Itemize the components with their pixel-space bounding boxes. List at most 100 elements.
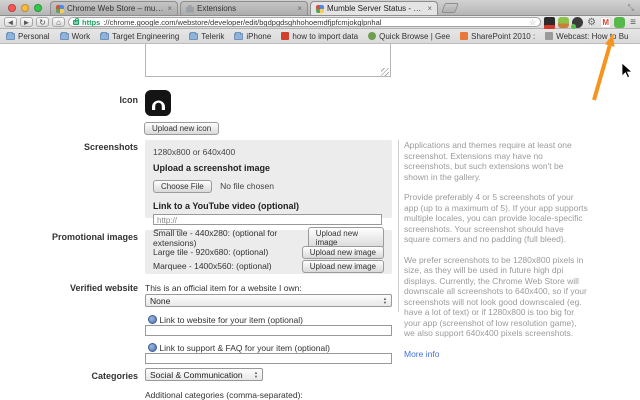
choose-file-button[interactable]: Choose File (153, 180, 212, 193)
url-text: ://chrome.google.com/webstore/developer/… (103, 17, 382, 27)
favicon-icon (460, 32, 469, 40)
folder-icon (234, 31, 244, 40)
upload-large-tile-button[interactable]: Upload new image (301, 245, 384, 259)
extension-green-icon[interactable] (614, 16, 626, 28)
window-resize-icon[interactable]: ⤡ (628, 3, 634, 13)
tab-chrome-web-store[interactable]: Chrome Web Store – mumbl × (50, 1, 178, 15)
youtube-url-input[interactable]: http:// (153, 214, 382, 225)
close-window-button[interactable] (8, 4, 16, 12)
bookmarks-bar: Personal Work Target Engineering Telerik… (0, 29, 640, 44)
marquee-text: Marquee - 1400x560: (optional) (153, 261, 272, 271)
youtube-link-heading: Link to a YouTube video (optional) (153, 201, 299, 211)
gmail-icon[interactable]: M (600, 16, 612, 28)
back-button[interactable]: ◄ (4, 17, 17, 27)
icon-section-label: Icon (119, 95, 138, 105)
category-dropdown[interactable]: Social & Communication ▲ ▼ (145, 368, 263, 381)
help-sidebar: Applications and themes require at least… (404, 140, 588, 359)
textarea-resize-handle[interactable] (381, 68, 389, 76)
browser-toolbar: ◄ ► ↻ ⌂ https ://chrome.google.com/webst… (0, 16, 640, 29)
promotional-section-label: Promotional images (51, 232, 138, 242)
page-content: Icon Upload new icon Screenshots 1280x80… (0, 44, 640, 400)
support-link-label: Link to support & FAQ for your item (opt… (159, 343, 330, 353)
large-tile-text: Large tile - 920x680: (optional) (153, 247, 269, 257)
webstore-favicon-icon (56, 4, 64, 13)
minimize-window-button[interactable] (21, 4, 29, 12)
upload-screenshot-heading: Upload a screenshot image (153, 163, 271, 173)
tab-strip: Chrome Web Store – mumbl × Extensions × … (0, 0, 640, 16)
extension-plant-icon[interactable] (558, 16, 570, 28)
favicon-icon (545, 32, 554, 40)
bookmark-how-to-import-data[interactable]: how to import data (281, 32, 358, 41)
app-icon (145, 90, 171, 116)
categories-section-label: Categories (91, 371, 138, 381)
tab-title: Chrome Web Store – mumbl (67, 4, 165, 13)
sidebar-paragraph: We prefer screenshots to be 1280x800 pix… (404, 254, 587, 339)
dropdown-stepper-icon: ▲ ▼ (383, 295, 387, 305)
website-link-label: Link to website for your item (optional) (159, 315, 303, 325)
globe-icon (148, 343, 157, 352)
folder-icon (6, 31, 15, 40)
website-url-input[interactable] (145, 325, 392, 336)
folder-icon (59, 31, 69, 40)
additional-categories-label: Additional categories (comma-separated): (145, 390, 303, 400)
favicon-icon (368, 32, 377, 40)
puzzle-favicon-icon (186, 4, 194, 13)
bookmark-folder-work[interactable]: Work (59, 31, 90, 41)
tab-close-icon[interactable]: × (427, 4, 432, 13)
home-button[interactable]: ⌂ (52, 17, 65, 27)
tab-extensions[interactable]: Extensions × (180, 1, 308, 15)
support-link-row: Link to support & FAQ for your item (opt… (148, 343, 330, 353)
browser-window: Chrome Web Store – mumbl × Extensions × … (0, 0, 640, 400)
verified-site-dropdown[interactable]: None ▲ ▼ (145, 294, 392, 307)
url-scheme: https (82, 17, 101, 27)
globe-icon (148, 315, 157, 324)
more-info-link[interactable]: More info (404, 349, 439, 359)
dropdown-value: None (150, 295, 171, 306)
sidebar-paragraph: Provide preferably 4 or 5 screenshots of… (404, 192, 588, 244)
description-textarea[interactable] (145, 44, 391, 77)
content-divider (398, 140, 399, 312)
upload-marquee-button[interactable]: Upload new image (301, 259, 384, 273)
official-item-text: This is an official item for a website I… (145, 283, 302, 293)
folder-icon (189, 31, 199, 40)
extension-counter-icon[interactable] (544, 16, 556, 29)
tab-close-icon[interactable]: × (167, 4, 172, 13)
chrome-menu-icon[interactable]: ≡ (630, 17, 636, 28)
dropdown-stepper-icon: ▲ ▼ (254, 369, 258, 379)
address-bar[interactable]: https ://chrome.google.com/webstore/deve… (68, 17, 542, 27)
screenshots-section-label: Screenshots (83, 142, 138, 152)
reload-button[interactable]: ↻ (36, 17, 49, 27)
tab-close-icon[interactable]: × (297, 4, 302, 13)
zoom-window-button[interactable] (34, 4, 42, 12)
small-tile-text: Small tile - 440x280: (optional for exte… (153, 228, 278, 248)
upload-new-icon-button[interactable]: Upload new icon (144, 122, 220, 135)
verified-website-label: Verified website (69, 283, 138, 293)
folder-icon (100, 31, 110, 40)
favicon-icon (281, 32, 290, 40)
new-tab-button[interactable] (441, 3, 459, 13)
extension-circle-icon[interactable] (571, 16, 584, 29)
webstore-favicon-icon (316, 4, 324, 13)
screenshot-size-hint: 1280x800 or 640x400 (153, 147, 236, 157)
tab-mumble-server-status[interactable]: Mumble Server Status - Edi × (310, 1, 438, 15)
bookmark-folder-personal[interactable]: Personal (6, 31, 50, 41)
tab-title: Extensions (197, 4, 237, 13)
bookmark-sharepoint-2010[interactable]: SharePoint 2010 : (460, 32, 535, 41)
bookmark-folder-target-engineering[interactable]: Target Engineering (100, 31, 179, 41)
website-link-row: Link to website for your item (optional) (148, 315, 303, 325)
gear-icon[interactable]: ⚙ (586, 17, 597, 28)
promo-row-marquee: Marquee - 1400x560: (optional) Upload ne… (153, 259, 384, 273)
no-file-chosen-text: No file chosen (220, 181, 275, 191)
bookmark-star-icon[interactable]: ☆ (529, 18, 536, 26)
bookmark-webcast[interactable]: Webcast: How to Bu (545, 32, 629, 41)
dropdown-value: Social & Communication (150, 369, 243, 380)
forward-button[interactable]: ► (20, 17, 33, 27)
bookmark-folder-telerik[interactable]: Telerik (189, 31, 224, 41)
promotional-box: Small tile - 440x280: (optional for exte… (145, 227, 392, 274)
bookmark-folder-iphone[interactable]: iPhone (234, 31, 271, 41)
mumble-logo-icon (152, 100, 165, 110)
bookmark-quick-browse[interactable]: Quick Browse | Gee (368, 32, 450, 41)
ssl-lock-icon[interactable] (73, 18, 79, 25)
tab-title: Mumble Server Status - Edi (327, 4, 425, 13)
support-url-input[interactable] (145, 353, 392, 364)
